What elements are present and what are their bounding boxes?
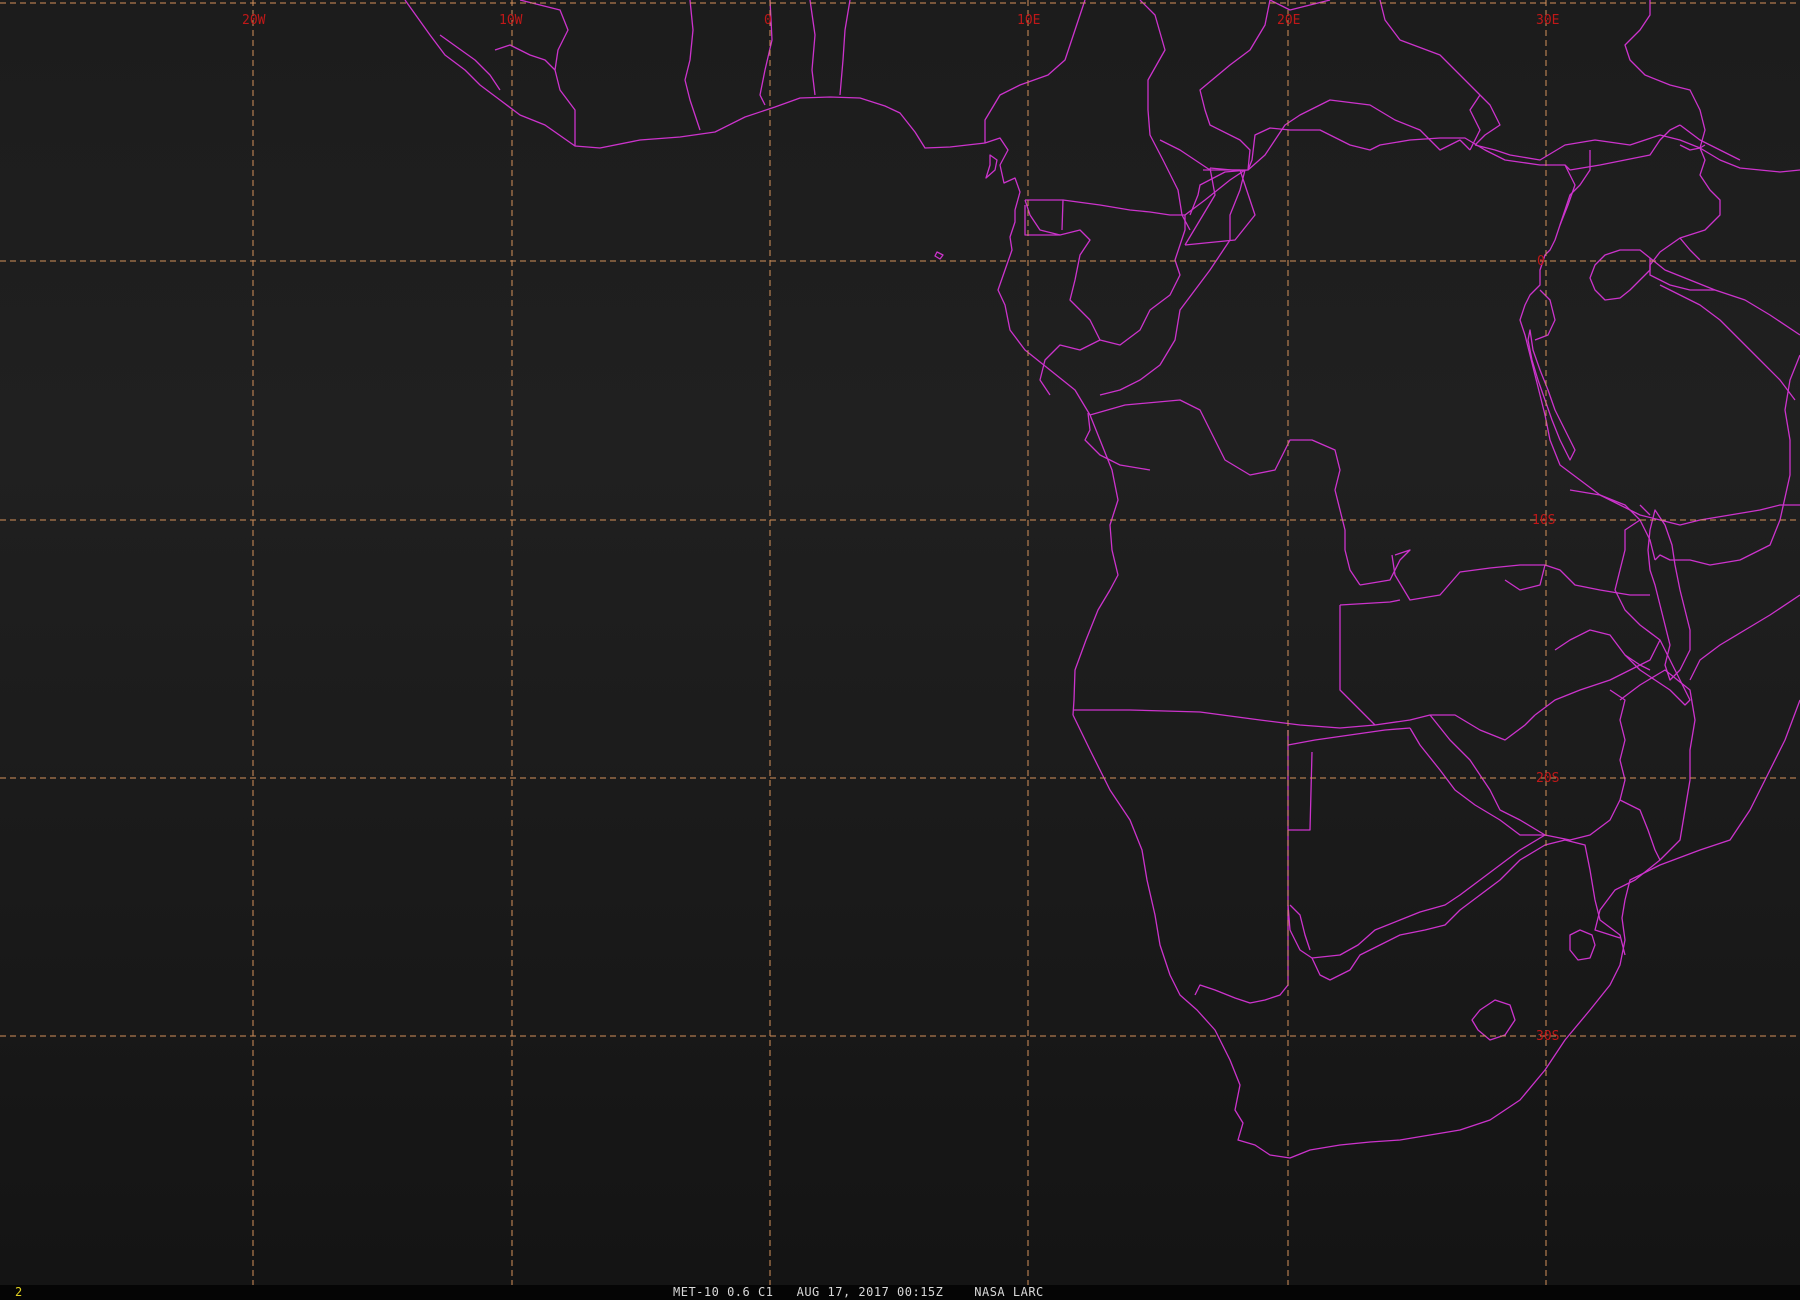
latitude-label-30s: 30S	[1536, 1029, 1559, 1044]
longitude-label-20w: 20W	[242, 13, 266, 28]
satellite-image-viewport[interactable]: 20W 10W 0 10E 20E 30E 0 10S 20S 30S	[0, 0, 1800, 1300]
longitude-label-0: 0	[764, 13, 772, 28]
satellite-map: 20W 10W 0 10E 20E 30E 0 10S 20S 30S	[0, 0, 1800, 1285]
latitude-label-20s: 20S	[1536, 771, 1559, 786]
longitude-label-10w: 10W	[499, 13, 523, 28]
latitude-label-0: 0	[1537, 254, 1545, 269]
longitude-label-30e: 30E	[1536, 13, 1559, 28]
image-caption: MET-10 0.6 C1 AUG 17, 2017 00:15Z NASA L…	[673, 1285, 1044, 1299]
longitude-label-10e: 10E	[1017, 13, 1040, 28]
frame-number: 2	[15, 1285, 23, 1299]
longitude-label-20e: 20E	[1277, 13, 1300, 28]
latitude-label-10s: 10S	[1532, 513, 1555, 528]
map-background	[0, 0, 1800, 1285]
